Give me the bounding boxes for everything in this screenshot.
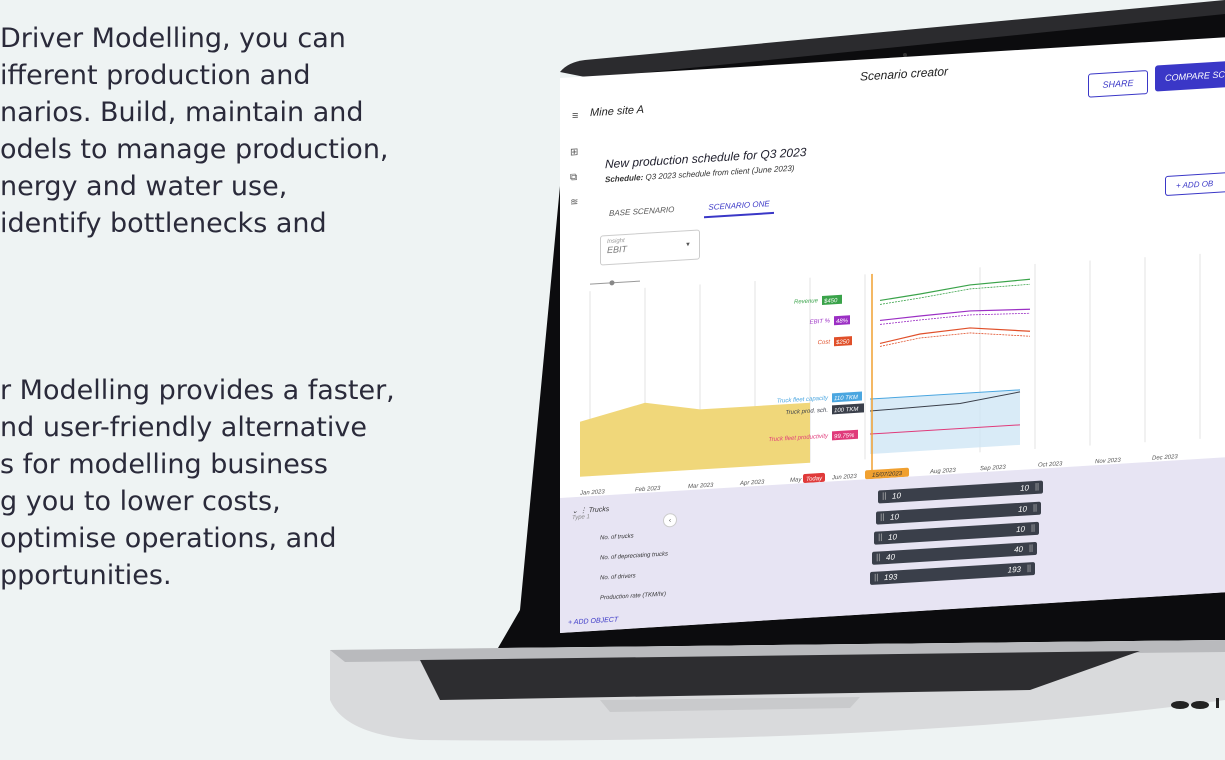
drag-handle-icon[interactable]: || (874, 573, 878, 582)
copy-icon[interactable]: ⧉ (570, 172, 578, 183)
layout-icon[interactable]: ⊞ (570, 147, 578, 159)
app-title: Scenario creator (860, 64, 949, 84)
drag-handle-icon[interactable]: || (1033, 503, 1037, 512)
schedule-label: Schedule: (605, 172, 644, 185)
group-name: Trucks (588, 505, 610, 515)
row-label: No. of drivers (600, 573, 636, 582)
drag-handle-icon[interactable]: || (1031, 523, 1035, 532)
trucks-bar[interactable]: || 10 10 || (878, 480, 1043, 504)
bar-start-value: 10 (892, 491, 901, 501)
bar-end-value: 40 (1014, 544, 1023, 555)
drag-handle-icon[interactable]: || (880, 512, 884, 521)
app-window: ≡ Mine site A Scenario creator SHARE COM… (560, 36, 1225, 633)
compare-scenarios-button[interactable]: COMPARE SCEN (1155, 59, 1225, 92)
drag-handle-icon[interactable]: || (878, 532, 882, 541)
cost-label: Cost (818, 339, 831, 346)
filter-icon[interactable]: ≊ (570, 197, 578, 209)
revenue-line (879, 278, 1031, 302)
bar-start-value: 10 (890, 512, 899, 522)
bar-end-value: 10 (1018, 504, 1027, 514)
add-object-button[interactable]: + ADD OB (1165, 171, 1225, 196)
bar-start-value: 40 (886, 552, 895, 563)
zoom-slider-track (590, 280, 640, 285)
ebit-label: EBIT % (810, 318, 831, 325)
bar-end-value: 193 (1007, 564, 1021, 575)
drag-handle-icon[interactable]: || (1027, 563, 1031, 572)
tab-base-scenario[interactable]: BASE SCENARIO (605, 201, 678, 224)
drag-handle-icon[interactable]: || (876, 552, 880, 561)
capacity-value: 110 TKM (834, 395, 858, 402)
bar-start-value: 10 (888, 532, 897, 542)
tab-scenario-one[interactable]: SCENARIO ONE (704, 194, 774, 219)
production-area (580, 402, 810, 477)
bar-start-value: 193 (884, 572, 898, 583)
capacity-region (870, 389, 1020, 455)
cost-line (879, 327, 1031, 345)
group-type: Type 1 (572, 514, 590, 522)
bar-end-value: 10 (1016, 524, 1025, 535)
depreciating-trucks-bar[interactable]: || 10 10 || (874, 521, 1039, 545)
add-object-link[interactable]: + ADD OBJECT (568, 616, 618, 626)
zoom-slider-handle (609, 280, 615, 286)
side-rail: ⊞ ⧉ ≊ (570, 147, 578, 209)
ebit-value: 48% (836, 318, 849, 325)
drag-handle-icon[interactable]: || (1035, 482, 1039, 491)
prod-sch-value: 100 TKM (834, 407, 858, 414)
bar-end-value: 10 (1020, 483, 1029, 493)
site-name: Mine site A (590, 103, 645, 120)
drag-handle-icon[interactable]: || (1029, 543, 1033, 552)
drag-handle-icon[interactable]: || (882, 491, 886, 500)
chevron-down-icon: ▼ (685, 241, 691, 249)
row-label: No. of depreciating trucks (600, 551, 669, 562)
scenario-tabs: BASE SCENARIO SCENARIO ONE (605, 194, 774, 224)
prod-sch-label: Truck prod. sch. (785, 408, 828, 417)
production-rate-bar[interactable]: || 193 193 || (870, 561, 1035, 586)
productivity-value: 99.75% (834, 433, 855, 440)
trucks-group-header[interactable]: ⌄ ⋮ Trucks Type 1 (572, 505, 609, 521)
drivers-bar[interactable]: || 40 40 || (872, 541, 1037, 565)
no-of-trucks-bar[interactable]: || 10 10 || (876, 501, 1041, 525)
revenue-value: $450 (823, 298, 838, 305)
row-label: Production rate (TKM/hr) (600, 591, 667, 602)
cost-value: $250 (835, 339, 850, 346)
revenue-label: Revenue (794, 298, 819, 306)
hamburger-menu-icon[interactable]: ≡ (572, 110, 578, 122)
row-label: No. of trucks (600, 533, 634, 542)
collapse-panel-icon[interactable]: ‹ (663, 512, 677, 528)
share-button[interactable]: SHARE (1088, 70, 1148, 98)
